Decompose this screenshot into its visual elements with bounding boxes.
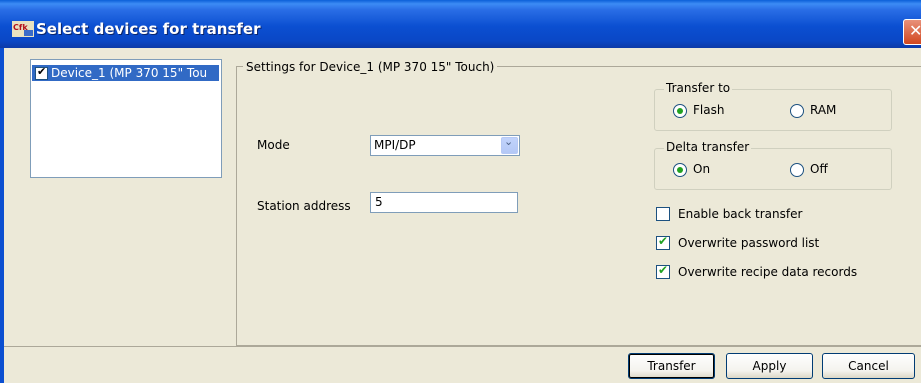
check-icon: ✔ — [658, 263, 669, 277]
device-list[interactable]: ✔ Device_1 (MP 370 15" Tou — [30, 59, 222, 178]
station-address-label: Station address — [257, 199, 351, 213]
mode-select[interactable]: MPI/DP ⌄ — [370, 135, 520, 156]
overwrite-password-list-checkbox[interactable]: ✔ — [656, 234, 670, 250]
check-icon: ✔ — [37, 65, 47, 78]
window-title: Select devices for transfer — [36, 20, 261, 38]
ram-radio[interactable] — [790, 104, 804, 118]
overwrite-recipe-label: Overwrite recipe data records — [678, 265, 858, 279]
mode-label: Mode — [257, 138, 290, 152]
flash-radio[interactable] — [673, 104, 687, 118]
bottom-separator — [4, 346, 921, 347]
on-label: On — [693, 162, 711, 176]
device-label: Device_1 (MP 370 15" Tou — [51, 66, 208, 80]
window-border — [0, 48, 4, 383]
dialog-window: Cfk Select devices for transfer ✕ ✔ Devi… — [0, 0, 921, 383]
enable-back-transfer-checkbox[interactable] — [656, 207, 670, 221]
mode-value: MPI/DP — [374, 138, 416, 152]
transfer-button[interactable]: Transfer — [628, 353, 715, 379]
mode-dropdown-button[interactable]: ⌄ — [501, 135, 518, 154]
cancel-button[interactable]: Cancel — [822, 353, 915, 379]
station-address-input[interactable]: 5 — [370, 192, 518, 213]
list-item[interactable]: ✔ Device_1 (MP 370 15" Tou — [32, 65, 219, 81]
delta-transfer-legend: Delta transfer — [664, 140, 752, 154]
device-checkbox[interactable]: ✔ — [35, 65, 48, 80]
app-icon: Cfk — [12, 21, 34, 37]
on-radio[interactable] — [673, 163, 687, 177]
apply-button[interactable]: Apply — [726, 353, 813, 379]
transfer-to-legend: Transfer to — [664, 81, 733, 95]
chevron-down-icon: ⌄ — [504, 135, 514, 148]
enable-back-transfer-label: Enable back transfer — [678, 207, 803, 221]
title-bar[interactable]: Cfk Select devices for transfer ✕ — [0, 0, 921, 48]
flash-label: Flash — [693, 103, 725, 117]
off-radio[interactable] — [790, 163, 804, 177]
radio-dot — [677, 167, 683, 173]
off-label: Off — [810, 162, 828, 176]
delta-transfer-group — [654, 148, 892, 190]
close-button[interactable]: ✕ — [903, 19, 921, 45]
close-icon: ✕ — [909, 21, 921, 40]
station-address-value: 5 — [375, 195, 383, 209]
check-icon: ✔ — [658, 234, 669, 248]
overwrite-password-list-label: Overwrite password list — [678, 236, 820, 250]
ram-label: RAM — [810, 103, 837, 117]
overwrite-recipe-checkbox[interactable]: ✔ — [656, 263, 670, 279]
transfer-to-group — [654, 89, 892, 131]
settings-group-label: Settings for Device_1 (MP 370 15" Touch) — [243, 60, 498, 74]
radio-dot — [677, 108, 683, 114]
